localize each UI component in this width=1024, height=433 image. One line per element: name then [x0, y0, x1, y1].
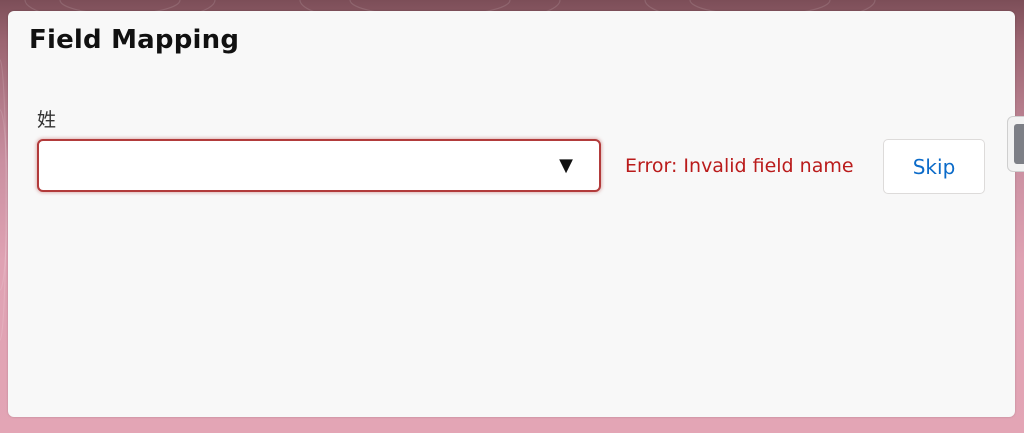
skip-button[interactable]: Skip	[883, 139, 985, 194]
field-label: 姓	[37, 109, 57, 131]
side-drawer-tab[interactable]	[1007, 116, 1024, 172]
error-message: Error: Invalid field name	[625, 155, 854, 177]
field-select[interactable]: ▼	[37, 139, 601, 192]
panel-title: Field Mapping	[29, 25, 240, 55]
field-mapping-panel: Field Mapping 姓 ▼ Error: Invalid field n…	[8, 11, 1015, 417]
caret-down-icon: ▼	[559, 155, 573, 176]
side-drawer-handle-icon	[1014, 124, 1024, 164]
